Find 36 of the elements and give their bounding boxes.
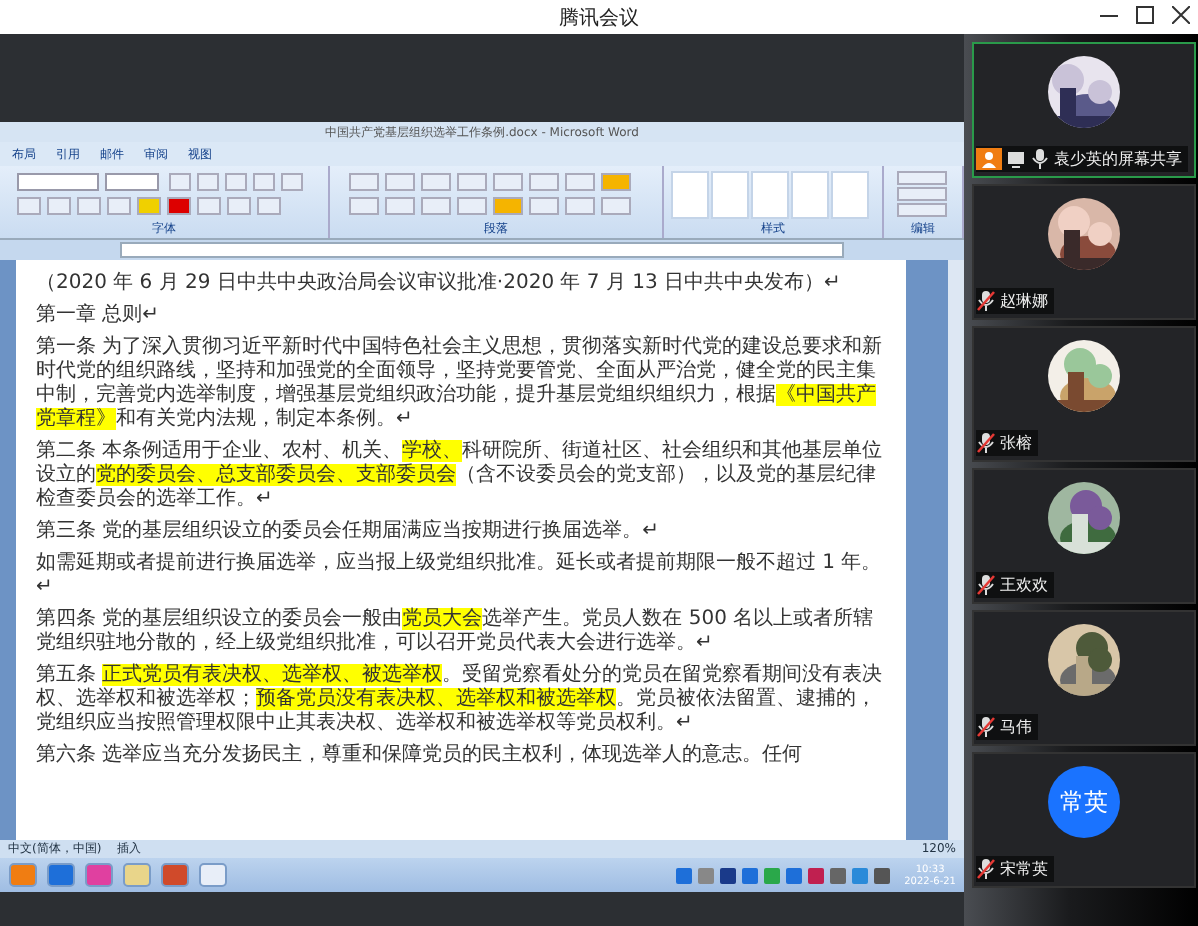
muted-microphone-icon[interactable] xyxy=(976,290,996,312)
participant-tile[interactable]: 王欢欢 xyxy=(972,468,1196,604)
muted-microphone-icon[interactable] xyxy=(976,716,996,738)
document-paragraph: 第五条 正式党员有表决权、选举权、被选举权。受留党察看处分的党员在留党察看期间没有表决权、选举权和被选举权；预备党员没有表决权、选举权和被选举权。党员被依法留置、逮捕的，党组织应当按照管理权限中止其表决权、选举权和被选举权等党员权利。↵ xyxy=(36,664,885,736)
participant-tile[interactable]: 张榕 xyxy=(972,326,1196,462)
participant-name: 赵琳娜 xyxy=(1000,290,1048,312)
maximize-icon[interactable] xyxy=(1136,6,1154,24)
participant-name: 王欢欢 xyxy=(1000,574,1048,596)
participant-name: 宋常英 xyxy=(1000,858,1048,880)
editing-tools-drawing xyxy=(893,170,953,222)
avatar: 常英 xyxy=(1048,766,1120,838)
window-title: 腾讯会议 xyxy=(559,5,639,31)
close-icon[interactable] xyxy=(1172,6,1190,24)
participant-tile[interactable]: 袁少英的屏幕共享 xyxy=(972,42,1196,178)
participant-tile[interactable]: 马伟 xyxy=(972,610,1196,746)
document-paragraph: 第二条 本条例适用于企业、农村、机关、学校、科研院所、街道社区、社会组织和其他基层单位设立的党的委员会、总支部委员会、支部委员会（含不设委员会的党支部），以及党的基层纪律检查委员会的选举工作。↵ xyxy=(36,440,885,512)
document-paragraph: 第三条 党的基层组织设立的委员会任期届满应当按期进行换届选举。↵ xyxy=(36,520,662,544)
microphone-icon[interactable] xyxy=(1030,148,1050,170)
document-paragraph: 第四条 党的基层组织设立的委员会一般由党员大会选举产生。党员人数在 500 名以上或者所辖党组织驻地分散的，经上级党组织批准，可以召开党员代表大会进行选举。↵ xyxy=(36,608,876,656)
muted-microphone-icon[interactable] xyxy=(976,858,996,880)
participant-name: 张榕 xyxy=(1000,432,1032,454)
muted-microphone-icon[interactable] xyxy=(976,574,996,596)
document-paragraph: 第六条 选举应当充分发扬民主，尊重和保障党员的民主权利，体现选举人的意志。任何 xyxy=(36,744,805,768)
participant-name: 马伟 xyxy=(1000,716,1032,738)
participant-tile[interactable]: 赵琳娜 xyxy=(972,184,1196,320)
taskbar-app-icon[interactable] xyxy=(160,862,190,888)
scrollbar[interactable] xyxy=(948,260,964,840)
document-paragraph: 如需延期或者提前进行换届选举，应当报上级党组织批准。延长或者提前期限一般不超过 1 年。↵ xyxy=(36,552,884,600)
participant-name: 袁少英的屏幕共享 xyxy=(1054,148,1182,170)
muted-microphone-icon[interactable] xyxy=(976,432,996,454)
document-paragraph: 第一章 总则↵ xyxy=(36,304,162,328)
document-paragraph: （2020 年 6 月 29 日中共中央政治局会议审议批准·2020 年 7 月 13 日中共中央发布）↵ xyxy=(36,272,843,296)
document-paragraph: 第一条 为了深入贯彻习近平新时代中国特色社会主义思想，贯彻落实新时代党的建设总要求和新时代党的组织路线，坚持和加强党的全面领导，坚持党要管党、全面从严治党，健全党的民主集中制，完善党内选举制度，增强基层党组织政治功能，提升基层党组织组织力，根据《中国共产党章程》和有关党内法规，制定本条例。↵ xyxy=(36,336,885,432)
screen-share-icon xyxy=(1006,149,1026,169)
taskbar-app-icon[interactable] xyxy=(46,862,76,888)
participant-tile[interactable]: 常英 宋常英 xyxy=(972,752,1196,888)
